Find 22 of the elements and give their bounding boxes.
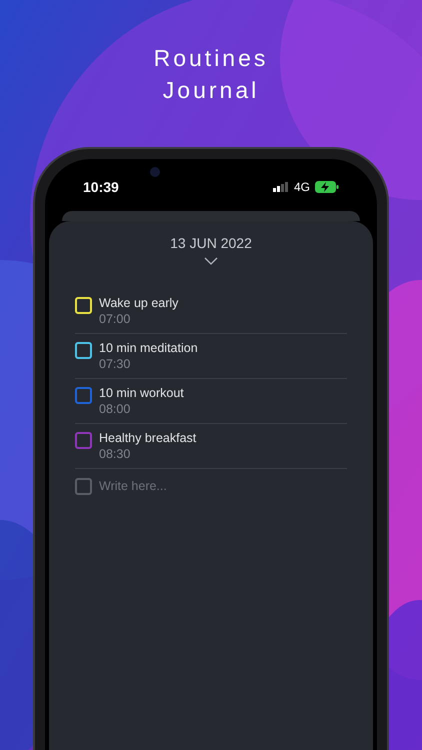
new-task-checkbox[interactable] — [75, 478, 92, 495]
task-name: 10 min workout — [99, 385, 184, 401]
signal-icon — [272, 182, 289, 192]
date-label[interactable]: 13 JUN 2022 — [170, 233, 252, 254]
task-checkbox[interactable] — [75, 387, 92, 404]
task-checkbox[interactable] — [75, 342, 92, 359]
task-name: Healthy breakfast — [99, 430, 196, 446]
network-label: 4G — [294, 179, 310, 196]
task-time: 08:30 — [99, 446, 132, 462]
task-name: 10 min meditation — [99, 340, 198, 356]
app-title-line: Routines — [154, 44, 268, 73]
new-task-field[interactable]: Write here... — [99, 477, 299, 496]
battery-charging-icon — [315, 181, 339, 193]
status-time: 10:39 — [83, 178, 119, 196]
camera-icon — [150, 167, 160, 177]
task-name: Wake up early — [99, 295, 178, 311]
task-time: 08:00 — [99, 401, 132, 417]
chevron-down-icon[interactable] — [204, 257, 218, 265]
app-title-line: Journal — [162, 76, 260, 105]
task-time: 07:30 — [99, 356, 132, 372]
task-checkbox[interactable] — [75, 432, 92, 449]
task-time: 07:00 — [99, 311, 132, 327]
